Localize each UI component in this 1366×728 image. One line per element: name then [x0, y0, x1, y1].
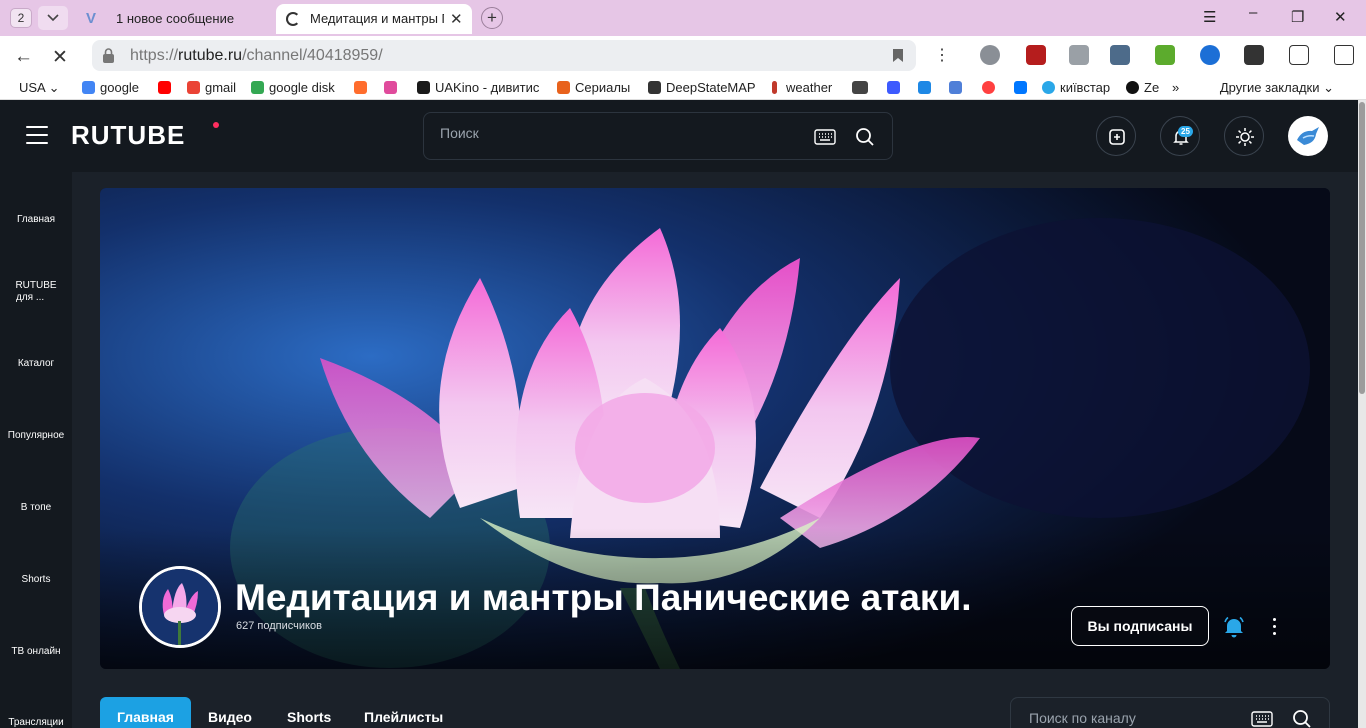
channel-banner: Медитация и мантры Панические атаки. 627…: [100, 188, 1330, 669]
subscriber-count: 627 подписчиков: [236, 620, 322, 632]
back-icon[interactable]: ←: [14, 46, 33, 68]
channel-avatar[interactable]: [139, 566, 221, 648]
rutube-app: RUTUBE 25 Главная RUTUBE для ... Каталог…: [0, 100, 1366, 728]
sidebar-item-top[interactable]: В топе: [0, 502, 72, 514]
tab-counter[interactable]: 2: [10, 8, 32, 28]
bookmark-icon[interactable]: [892, 48, 904, 63]
search-icon[interactable]: [1292, 709, 1312, 728]
chevron-down-icon: [47, 14, 59, 22]
sidebar-item-rutube-for[interactable]: RUTUBE: [0, 280, 72, 292]
keyboard-icon[interactable]: [814, 129, 836, 145]
bookmark-yandex[interactable]: [982, 80, 1000, 95]
search-icon[interactable]: [855, 127, 875, 147]
vpn-extension-icon[interactable]: [1200, 45, 1220, 65]
keyboard-icon[interactable]: [1251, 711, 1273, 727]
sidebar-item-popular[interactable]: Популярное: [0, 430, 72, 442]
sidebar-item-tv-online[interactable]: ТВ онлайн: [0, 646, 72, 658]
bookmark-kyivstar[interactable]: київстар: [1042, 80, 1110, 95]
browser-menu-icon[interactable]: ☰: [1203, 8, 1216, 26]
tab-shorts[interactable]: Shorts: [270, 697, 348, 728]
browser-tab-bar: 2 V 1 новое сообщение Медитация и мантры…: [0, 0, 1366, 36]
close-window-icon[interactable]: ✕: [1334, 8, 1347, 26]
bookmark-p[interactable]: [918, 80, 936, 95]
upload-icon: [1109, 129, 1125, 145]
sidebar-item-home[interactable]: Главная: [0, 214, 72, 226]
stop-loading-icon[interactable]: ✕: [52, 46, 68, 69]
globe-extension-icon[interactable]: [980, 45, 1000, 65]
search-input[interactable]: [440, 125, 800, 141]
bookmark-weather[interactable]: weather: [772, 80, 832, 95]
tab-title: 1 новое сообщение: [116, 11, 235, 26]
channel-page: Медитация и мантры Панические атаки. 627…: [72, 172, 1366, 728]
url-text: https://rutube.ru/channel/40418959/: [130, 47, 383, 64]
bird-avatar-icon: [1297, 127, 1319, 145]
minimize-icon[interactable]: ‒: [1249, 4, 1257, 21]
sidebar-panel-icon[interactable]: [1334, 45, 1354, 65]
theme-icon: [1236, 128, 1254, 146]
bookmark-google[interactable]: google: [82, 80, 139, 95]
tab-home[interactable]: Главная: [100, 697, 191, 728]
browser-tab-messages[interactable]: V 1 новое сообщение: [80, 4, 272, 32]
sidebar-item-shorts[interactable]: Shorts: [0, 574, 72, 586]
url-field[interactable]: https://rutube.ru/channel/40418959/: [92, 40, 916, 71]
menu-icon[interactable]: [26, 126, 48, 144]
other-bookmarks[interactable]: Другие закладки ⌄: [1220, 80, 1334, 96]
bookmark-deepstatemap[interactable]: DeepStateMAP: [648, 80, 756, 95]
tab-playlists[interactable]: Плейлисты: [347, 697, 460, 728]
extension-icon[interactable]: [1069, 45, 1089, 65]
bookmark-youtube[interactable]: [158, 80, 176, 95]
bookmark-bc[interactable]: [852, 80, 873, 95]
notification-badge: 25: [1178, 126, 1193, 137]
bookmark-star-site[interactable]: [384, 80, 402, 95]
extension-icon[interactable]: [1244, 45, 1264, 65]
logo-dot: [213, 122, 219, 128]
ublock-extension-icon[interactable]: [1026, 45, 1046, 65]
sidebar-item-broadcasts[interactable]: Трансляции: [0, 717, 72, 728]
rutube-logo[interactable]: RUTUBE: [71, 120, 185, 151]
bookmark-translate[interactable]: [949, 80, 967, 95]
bookmark-uakino[interactable]: UAKino - дивитис: [417, 80, 539, 95]
notification-bell-icon[interactable]: [1224, 616, 1244, 638]
channel-title: Медитация и мантры Панические атаки.: [235, 577, 972, 618]
scrollbar-thumb[interactable]: [1359, 102, 1365, 394]
close-tab-icon[interactable]: ✕: [450, 10, 463, 28]
tab-list-button[interactable]: [38, 6, 68, 30]
bookmark-usa[interactable]: USA ⌄: [19, 80, 60, 96]
bookmark-f-site[interactable]: [354, 80, 372, 95]
page-scrollbar[interactable]: [1358, 100, 1366, 728]
bookmark-arrow[interactable]: [887, 80, 905, 95]
restore-icon[interactable]: ❐: [1291, 8, 1304, 26]
extensions-puzzle-icon[interactable]: [1289, 45, 1309, 65]
bookmark-serials[interactable]: Сериалы: [557, 80, 630, 95]
tab-videos[interactable]: Видео: [191, 697, 269, 728]
channel-search[interactable]: [1010, 697, 1330, 728]
bookmarks-overflow[interactable]: »: [1172, 80, 1179, 95]
theme-toggle-button[interactable]: [1224, 116, 1264, 156]
extension-icon[interactable]: [1110, 45, 1130, 65]
sidebar-item-rutube-for-line2[interactable]: для ...: [0, 292, 72, 304]
channel-search-input[interactable]: [1029, 710, 1239, 726]
sidebar-item-catalog[interactable]: Каталог: [0, 358, 72, 370]
lotus-avatar-image: [142, 569, 218, 645]
user-avatar[interactable]: [1288, 116, 1328, 156]
more-icon[interactable]: [1266, 616, 1282, 638]
browser-tab-active[interactable]: Медитация и мантры Панические атаки. ✕: [276, 4, 472, 34]
bookmark-google-disk[interactable]: google disk: [251, 80, 335, 95]
sidebar: Главная RUTUBE для ... Каталог Популярно…: [0, 172, 72, 728]
loading-icon: [286, 12, 300, 26]
tab-title: Медитация и мантры Панические атаки.: [310, 11, 444, 26]
new-tab-button[interactable]: +: [481, 7, 503, 29]
bookmark-gmail[interactable]: gmail: [187, 80, 236, 95]
bookmarks-bar: USA ⌄ google gmail google disk UAKino - …: [0, 76, 1366, 100]
subscribed-button[interactable]: Вы подписаны: [1071, 606, 1209, 646]
site-header: RUTUBE 25: [0, 100, 1366, 172]
bookmark-vk[interactable]: [1014, 80, 1032, 95]
download-extension-icon[interactable]: [1155, 45, 1175, 65]
lock-icon: [103, 48, 114, 63]
site-search[interactable]: [423, 112, 893, 160]
page-menu-icon[interactable]: ⋮: [934, 45, 950, 65]
vivaldi-icon: V: [86, 10, 97, 27]
upload-button[interactable]: [1096, 116, 1136, 156]
bookmark-ze[interactable]: Ze: [1126, 80, 1159, 95]
